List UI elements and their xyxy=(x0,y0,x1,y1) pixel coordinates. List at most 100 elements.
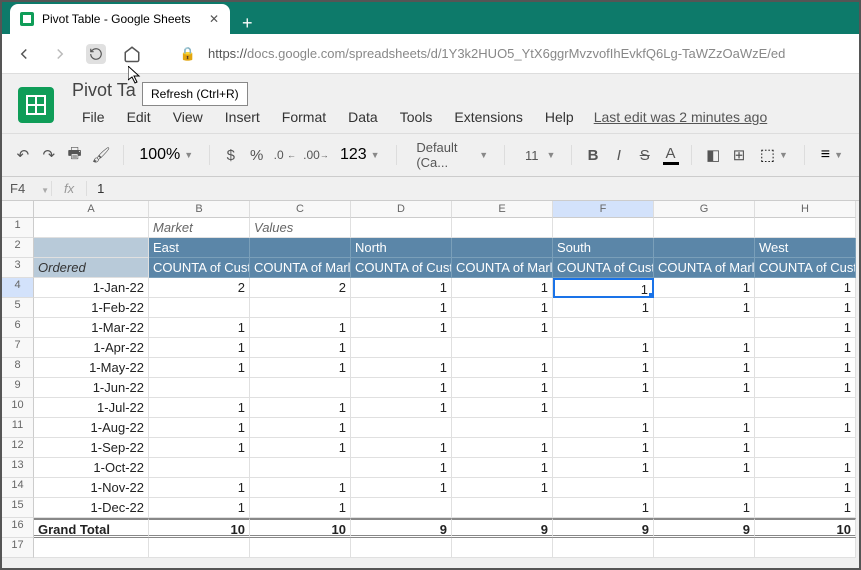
data-cell[interactable]: 1 xyxy=(149,478,250,498)
cell[interactable] xyxy=(149,538,250,558)
data-cell[interactable]: 1 xyxy=(452,398,553,418)
data-cell[interactable]: 1 xyxy=(250,478,351,498)
data-cell[interactable]: 1 xyxy=(351,278,452,298)
row-header-14[interactable]: 14 xyxy=(2,478,34,498)
col-header-F[interactable]: F xyxy=(553,201,654,218)
data-cell[interactable]: 1 xyxy=(452,358,553,378)
data-cell[interactable]: 1 xyxy=(553,338,654,358)
pivot-col-header[interactable]: COUNTA of Marl xyxy=(452,258,553,278)
select-all-corner[interactable] xyxy=(2,201,34,218)
row-header-5[interactable]: 5 xyxy=(2,298,34,318)
name-box[interactable]: F4▼ xyxy=(2,181,52,196)
cell[interactable] xyxy=(250,538,351,558)
menu-format[interactable]: Format xyxy=(272,105,336,129)
row-header-11[interactable]: 11 xyxy=(2,418,34,438)
data-cell[interactable]: 1 xyxy=(149,318,250,338)
data-cell[interactable]: 1 xyxy=(755,458,856,478)
data-cell[interactable]: 1 xyxy=(149,498,250,518)
row-header-4[interactable]: 4 xyxy=(2,278,34,298)
data-cell[interactable]: 1 xyxy=(452,278,553,298)
pivot-date-cell[interactable]: 1-Jul-22 xyxy=(34,398,149,418)
data-cell[interactable]: 1 xyxy=(654,418,755,438)
data-cell[interactable]: 1 xyxy=(149,438,250,458)
pivot-date-cell[interactable]: 1-Dec-22 xyxy=(34,498,149,518)
pivot-date-cell[interactable]: 1-Mar-22 xyxy=(34,318,149,338)
cell[interactable] xyxy=(553,218,654,238)
data-cell[interactable]: 1 xyxy=(553,438,654,458)
last-edit-link[interactable]: Last edit was 2 minutes ago xyxy=(594,109,768,125)
menu-edit[interactable]: Edit xyxy=(117,105,161,129)
format-number-dropdown[interactable]: 123▼ xyxy=(336,146,384,164)
data-cell[interactable]: 1 xyxy=(351,458,452,478)
spreadsheet-grid[interactable]: ABCDEFGH1MarketValues2EastNorthSouthWest… xyxy=(2,201,859,558)
data-cell[interactable]: 1 xyxy=(351,358,452,378)
pivot-region-east[interactable]: East xyxy=(149,238,250,258)
pivot-col-header[interactable]: COUNTA of Marl xyxy=(654,258,755,278)
close-tab-icon[interactable]: ✕ xyxy=(208,13,220,25)
data-cell[interactable]: 1 xyxy=(553,378,654,398)
col-header-B[interactable]: B xyxy=(149,201,250,218)
refresh-button[interactable] xyxy=(86,44,106,64)
pivot-date-cell[interactable]: 1-Sep-22 xyxy=(34,438,149,458)
data-cell[interactable]: 1 xyxy=(250,418,351,438)
data-cell[interactable]: 1 xyxy=(755,478,856,498)
pivot-date-cell[interactable]: 1-Jun-22 xyxy=(34,378,149,398)
data-cell[interactable]: 1 xyxy=(149,358,250,378)
cell[interactable] xyxy=(452,538,553,558)
row-header-17[interactable]: 17 xyxy=(2,538,34,558)
data-cell[interactable]: 1 xyxy=(654,338,755,358)
browser-tab[interactable]: Pivot Table - Google Sheets ✕ xyxy=(10,4,230,34)
pivot-date-cell[interactable]: 1-May-22 xyxy=(34,358,149,378)
zoom-dropdown[interactable]: 100%▼ xyxy=(135,146,197,164)
data-cell[interactable]: 1 xyxy=(149,398,250,418)
grand-total-cell[interactable]: 10 xyxy=(250,518,351,538)
paint-format-button[interactable]: 🖌 xyxy=(92,143,111,167)
data-cell[interactable]: 1 xyxy=(553,358,654,378)
align-button[interactable]: ≡▼ xyxy=(817,146,847,164)
data-cell[interactable]: 1 xyxy=(654,298,755,318)
row-header-12[interactable]: 12 xyxy=(2,438,34,458)
data-cell[interactable]: 1 xyxy=(755,298,856,318)
data-cell[interactable]: 1 xyxy=(250,438,351,458)
data-cell[interactable]: 1 xyxy=(654,458,755,478)
decrease-decimal-button[interactable]: .0 ← xyxy=(274,143,296,167)
data-cell[interactable]: 1 xyxy=(250,318,351,338)
pivot-col-header[interactable]: COUNTA of Marl xyxy=(250,258,351,278)
row-header-10[interactable]: 10 xyxy=(2,398,34,418)
pivot-values-label[interactable]: Values xyxy=(250,218,351,238)
italic-button[interactable]: I xyxy=(610,143,628,167)
merge-cells-button[interactable]: ⬚▼ xyxy=(756,145,792,165)
cell[interactable] xyxy=(34,218,149,238)
col-header-A[interactable]: A xyxy=(34,201,149,218)
menu-data[interactable]: Data xyxy=(338,105,388,129)
data-cell[interactable] xyxy=(755,438,856,458)
pivot-date-cell[interactable]: 1-Feb-22 xyxy=(34,298,149,318)
data-cell[interactable]: 1 xyxy=(351,398,452,418)
grand-total-cell[interactable]: 9 xyxy=(452,518,553,538)
data-cell[interactable] xyxy=(250,298,351,318)
data-cell[interactable]: 1 xyxy=(755,418,856,438)
forward-button[interactable] xyxy=(50,44,70,64)
data-cell[interactable] xyxy=(654,318,755,338)
row-header-7[interactable]: 7 xyxy=(2,338,34,358)
data-cell[interactable]: 1 xyxy=(452,438,553,458)
data-cell[interactable] xyxy=(149,458,250,478)
cell[interactable] xyxy=(553,538,654,558)
borders-button[interactable]: ⊞ xyxy=(730,143,748,167)
pivot-region-north[interactable]: North xyxy=(351,238,452,258)
back-button[interactable] xyxy=(14,44,34,64)
menu-help[interactable]: Help xyxy=(535,105,584,129)
data-cell[interactable] xyxy=(149,298,250,318)
data-cell[interactable]: 1 xyxy=(351,318,452,338)
menu-extensions[interactable]: Extensions xyxy=(444,105,532,129)
grand-total-label[interactable]: Grand Total xyxy=(34,518,149,538)
data-cell[interactable]: 1 xyxy=(755,318,856,338)
pivot-ordered-label[interactable]: Ordered xyxy=(34,258,149,278)
col-header-C[interactable]: C xyxy=(250,201,351,218)
pivot-col-header[interactable]: COUNTA of Cust xyxy=(553,258,654,278)
data-cell[interactable] xyxy=(654,398,755,418)
data-cell[interactable] xyxy=(452,498,553,518)
data-cell[interactable]: 1 xyxy=(553,278,654,298)
data-cell[interactable]: 1 xyxy=(351,378,452,398)
undo-button[interactable]: ↶ xyxy=(14,143,32,167)
